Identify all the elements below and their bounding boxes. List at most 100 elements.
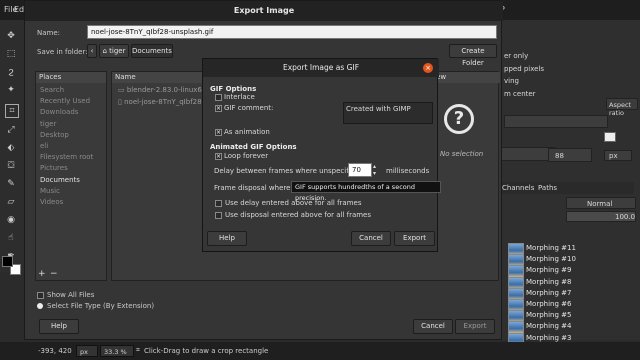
rect-select-icon[interactable]: ⬚: [5, 48, 17, 60]
unit-menu[interactable]: px: [76, 345, 98, 357]
fg-bg-colors[interactable]: [2, 256, 22, 276]
clone-icon[interactable]: ◉: [5, 214, 17, 226]
crop-tool-icon[interactable]: ⌗: [5, 104, 19, 118]
aspect-label: Aspect ratio: [609, 101, 632, 117]
gif-comment-textarea[interactable]: Created with GIMP: [343, 102, 433, 124]
gif-help-button[interactable]: Help: [207, 231, 247, 246]
tab-row: Channels Paths: [498, 182, 634, 194]
crumb-tiger[interactable]: ⌂ tiger: [99, 44, 129, 58]
as-animation-label: As animation: [224, 128, 270, 136]
place-item[interactable]: eli: [40, 142, 48, 150]
home-icon: ⌂: [102, 47, 107, 55]
status-bar: -393, 420 px 33.3 % ⌗ Click-Drag to draw…: [0, 342, 640, 360]
delay-stepper[interactable]: ▴ ▾: [373, 163, 381, 177]
place-item[interactable]: Downloads: [40, 108, 78, 116]
layer-name: Morphing #10: [526, 255, 576, 264]
zoom-value: 33.3 %: [104, 348, 127, 356]
select-file-type-label[interactable]: Select File Type (By Extension): [47, 302, 154, 310]
folder-icon: ▭: [118, 86, 125, 94]
brush-icon[interactable]: ✎: [5, 178, 17, 190]
places-panel: Places Search Recently Used Downloads tiger…: [35, 71, 107, 281]
chain-icon[interactable]: [604, 132, 616, 142]
places-header: Places: [36, 72, 106, 83]
zoom-menu[interactable]: 33.3 %: [100, 345, 134, 357]
export-help-button[interactable]: Help: [39, 319, 79, 334]
gif-cancel-button[interactable]: Cancel: [351, 231, 391, 246]
place-item[interactable]: Music: [40, 187, 60, 195]
gif-export-dialog: Export Image as GIF × GIF Options Interl…: [202, 58, 439, 252]
animated-options-header: Animated GIF Options: [210, 143, 297, 151]
opacity-slider[interactable]: 100.0: [566, 211, 636, 222]
bucket-icon[interactable]: ⛋: [5, 160, 17, 172]
file-name-1: blender-2.83.0-linux64: [126, 86, 207, 94]
place-item[interactable]: tiger: [40, 120, 56, 128]
layer-name: Morphing #6: [526, 300, 572, 308]
as-animation-checkbox[interactable]: ×: [215, 129, 222, 136]
delay-label: Delay between frames where unspecified:: [214, 167, 362, 175]
place-item[interactable]: Recently Used: [40, 97, 90, 105]
crumb-tiger-label: tiger: [109, 47, 126, 55]
close-icon[interactable]: ×: [423, 63, 433, 73]
tab-channels[interactable]: Channels: [502, 184, 534, 192]
transform-icon[interactable]: ⤢: [5, 124, 17, 136]
interlace-checkbox[interactable]: [215, 94, 222, 101]
place-item[interactable]: Videos: [40, 198, 63, 206]
smudge-icon[interactable]: ☝: [5, 232, 17, 244]
option-text-1: er only: [504, 52, 529, 60]
fuzzy-select-icon[interactable]: ✦: [5, 84, 17, 96]
remove-place-button[interactable]: −: [50, 269, 64, 279]
place-item[interactable]: Pictures: [40, 164, 68, 172]
gif-export-button[interactable]: Export: [394, 231, 435, 246]
file-row-1[interactable]: ▭ blender-2.83.0-linux64: [118, 86, 206, 94]
delay-tooltip: GIF supports hundredths of a second prec…: [291, 181, 441, 202]
pointer-coords: -393, 420: [38, 347, 72, 355]
loop-forever-checkbox[interactable]: ×: [215, 153, 222, 160]
gif-comment-label: GIF comment:: [224, 104, 274, 112]
disposal-label: Frame disposal where u: [214, 184, 298, 192]
eraser-icon[interactable]: ▱: [5, 196, 17, 208]
create-folder-button[interactable]: Create Folder: [449, 44, 497, 67]
height-value: 88: [555, 152, 564, 160]
place-item[interactable]: Search: [40, 86, 64, 94]
gif-comment-checkbox[interactable]: ×: [215, 105, 222, 112]
export-dialog-title: Export Image: [25, 1, 503, 21]
layer-name: Morphing #7: [526, 288, 572, 297]
warp-icon[interactable]: ⬖: [5, 142, 17, 154]
use-delay-label: Use delay entered above for all frames: [225, 199, 362, 207]
move-tool-icon[interactable]: ✥: [5, 30, 17, 42]
option-text-4: m center: [504, 90, 536, 98]
milliseconds-label: milliseconds: [386, 167, 430, 175]
unit-label: px: [609, 152, 618, 160]
gif-dialog-title: Export Image as GIF: [203, 59, 439, 77]
place-item[interactable]: Desktop: [40, 131, 69, 139]
tab-paths[interactable]: Paths: [538, 184, 557, 192]
toolbox: ✥ ⬚ ϩ ✦ ⌗ ⤢ ⬖ ⛋ ✎ ▱ ◉ ☝ ✒: [0, 20, 24, 272]
position-field[interactable]: [504, 115, 608, 128]
expand-arrow-icon[interactable]: [37, 303, 43, 309]
export-export-button[interactable]: Export: [455, 319, 495, 334]
back-button[interactable]: ‹: [87, 44, 97, 58]
export-cancel-button[interactable]: Cancel: [413, 319, 453, 334]
gif-comment-text: Created with GIMP: [346, 105, 411, 113]
layer-name: Morphing #3: [526, 333, 572, 342]
crumb-documents[interactable]: Documents: [131, 44, 173, 58]
unit-dropdown[interactable]: px: [604, 150, 632, 161]
lasso-icon[interactable]: ϩ: [5, 66, 17, 78]
place-item[interactable]: Filesystem root: [40, 153, 93, 161]
place-item[interactable]: Documents: [40, 176, 80, 184]
filename-input[interactable]: noel-jose-8TnY_qIbf28-unsplash.gif: [87, 25, 497, 39]
layer-name: Morphing #9: [526, 266, 572, 275]
show-all-files-checkbox[interactable]: [37, 292, 44, 299]
aspect-dropdown[interactable]: Aspect ratio: [606, 98, 638, 117]
height-field[interactable]: 88: [548, 148, 592, 162]
use-disposal-checkbox[interactable]: [215, 212, 222, 219]
layer-name: Morphing #4: [526, 322, 572, 331]
fg-color-swatch[interactable]: [2, 256, 13, 267]
file-icon: ▯: [118, 98, 122, 106]
use-disposal-label: Use disposal entered above for all frame…: [225, 211, 372, 219]
delay-spinbutton[interactable]: 70: [348, 163, 372, 177]
mode-dropdown[interactable]: Normal: [566, 197, 636, 209]
use-delay-checkbox[interactable]: [215, 200, 222, 207]
option-text-2: pped pixels: [504, 65, 545, 73]
mode-label: Normal: [587, 200, 613, 208]
